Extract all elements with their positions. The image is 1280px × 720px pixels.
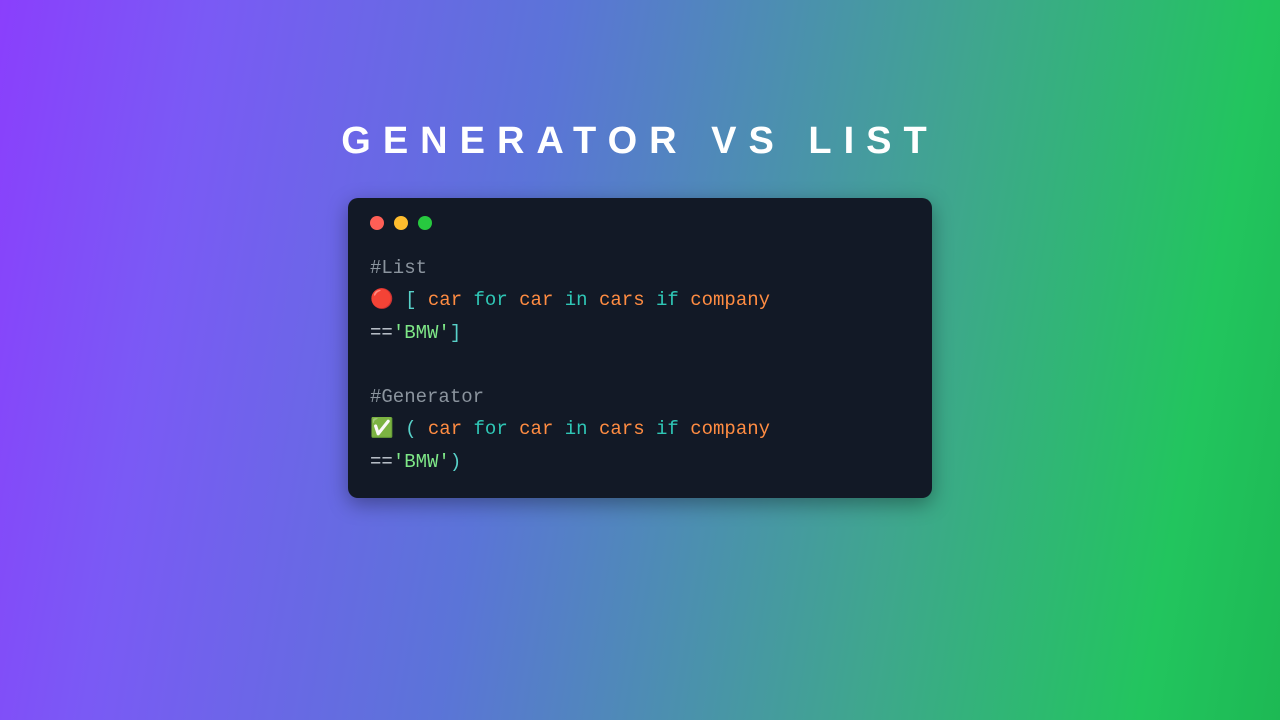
kw-in: in [565, 289, 588, 311]
kw-for: for [474, 289, 508, 311]
var-car: car [428, 289, 462, 311]
comment-list: #List [370, 257, 427, 279]
op-eq: == [370, 322, 393, 344]
var-company-2: company [690, 418, 770, 440]
close-icon [370, 216, 384, 230]
close-paren: ) [450, 451, 461, 473]
var-cars: cars [599, 289, 645, 311]
open-paren: ( [405, 418, 416, 440]
emoji-stop-icon: 🔴 [370, 289, 394, 311]
code-content: #List 🔴 [ car for car in cars if company… [370, 252, 910, 478]
kw-for-2: for [474, 418, 508, 440]
var-car-iter: car [519, 289, 553, 311]
comment-generator: #Generator [370, 386, 484, 408]
var-car-iter-2: car [519, 418, 553, 440]
str-bmw-2: 'BMW' [393, 451, 450, 473]
kw-in-2: in [565, 418, 588, 440]
kw-if-2: if [656, 418, 679, 440]
page-title: GENERATOR VS LIST [0, 120, 1280, 163]
close-bracket: ] [450, 322, 461, 344]
minimize-icon [394, 216, 408, 230]
var-car-2: car [428, 418, 462, 440]
maximize-icon [418, 216, 432, 230]
var-company: company [690, 289, 770, 311]
open-bracket: [ [405, 289, 416, 311]
op-eq-2: == [370, 451, 393, 473]
var-cars-2: cars [599, 418, 645, 440]
kw-if: if [656, 289, 679, 311]
window-traffic-lights [370, 216, 910, 230]
emoji-check-icon: ✅ [370, 418, 394, 440]
code-block: #List 🔴 [ car for car in cars if company… [370, 252, 910, 478]
code-window: #List 🔴 [ car for car in cars if company… [348, 198, 932, 498]
str-bmw: 'BMW' [393, 322, 450, 344]
